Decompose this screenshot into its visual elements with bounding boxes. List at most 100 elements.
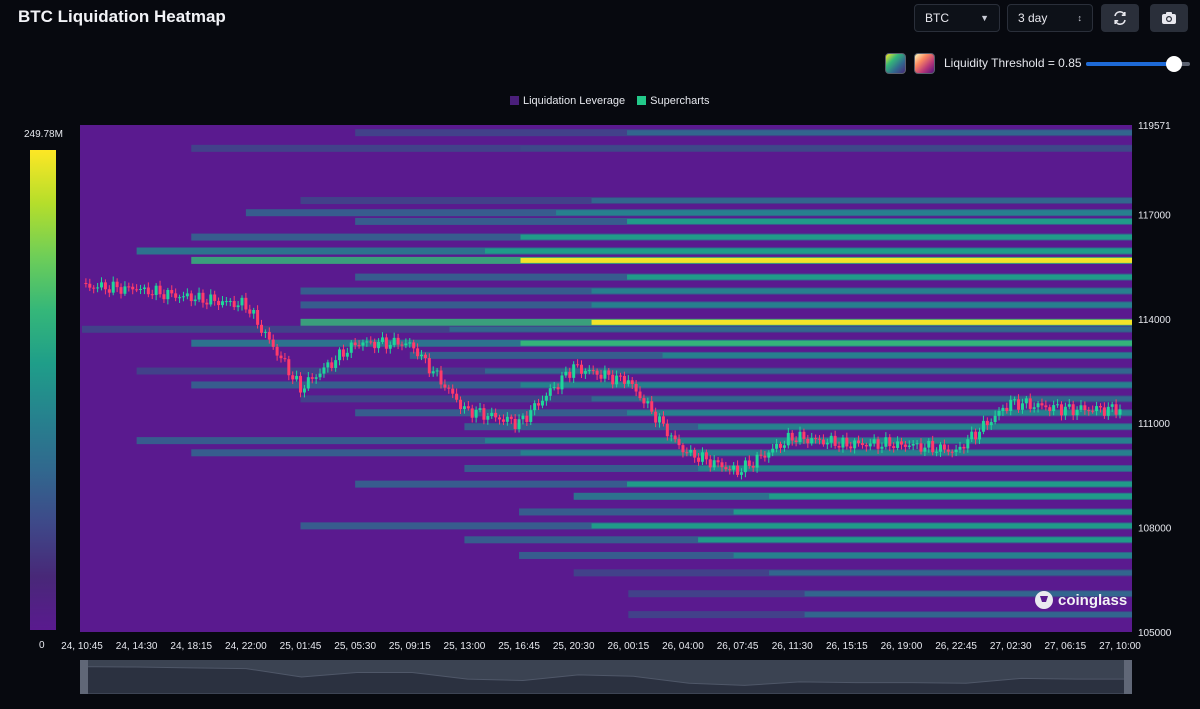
candle-body bbox=[1009, 399, 1013, 411]
candle-body bbox=[1017, 399, 1021, 410]
candle-body bbox=[260, 324, 264, 333]
candle-body bbox=[482, 408, 486, 420]
candle-body bbox=[1052, 405, 1056, 412]
liquidity-band-core bbox=[591, 302, 1132, 308]
liquidity-band bbox=[573, 569, 1132, 577]
candle-body bbox=[400, 344, 404, 346]
candle-body bbox=[1102, 407, 1106, 416]
candle-body bbox=[638, 391, 642, 399]
candle-body bbox=[369, 341, 373, 343]
candle-body bbox=[380, 337, 384, 342]
candle-body bbox=[174, 293, 178, 298]
candle-body bbox=[365, 341, 369, 343]
liquidity-band bbox=[191, 339, 1132, 347]
liquidity-band bbox=[191, 381, 1132, 389]
candle-body bbox=[310, 377, 314, 379]
y-tick-label: 105000 bbox=[1138, 628, 1172, 639]
candle-body bbox=[1071, 404, 1075, 416]
candle-body bbox=[966, 439, 970, 449]
candle-body bbox=[732, 465, 736, 470]
candle-body bbox=[201, 292, 205, 303]
candle-body bbox=[935, 451, 939, 453]
candle-body bbox=[166, 289, 170, 300]
candle-body bbox=[771, 448, 775, 453]
candle-body bbox=[529, 410, 533, 422]
x-tick-label: 25, 20:30 bbox=[553, 641, 595, 652]
candle-body bbox=[338, 349, 342, 361]
liquidity-band bbox=[136, 247, 1133, 255]
candle-body bbox=[107, 289, 111, 293]
liquidity-band-core bbox=[485, 248, 1133, 254]
candle-body bbox=[318, 373, 322, 378]
liquidity-band bbox=[300, 197, 1132, 205]
liquidity-band-core bbox=[698, 424, 1132, 430]
candle-body bbox=[841, 437, 845, 448]
liquidity-band-core bbox=[733, 509, 1132, 515]
candle-body bbox=[560, 375, 564, 390]
liquidity-band bbox=[300, 395, 1132, 403]
liquidity-band bbox=[300, 301, 1132, 309]
liquidity-band-core bbox=[449, 326, 1132, 332]
candle-body bbox=[498, 417, 502, 420]
candle-body bbox=[716, 460, 720, 463]
liquidity-band-core bbox=[769, 493, 1132, 499]
candle-body bbox=[217, 300, 221, 306]
candle-body bbox=[665, 423, 669, 437]
x-tick-label: 24, 22:00 bbox=[225, 641, 267, 652]
time-navigator[interactable] bbox=[80, 660, 1132, 694]
candle-body bbox=[950, 451, 954, 453]
candle-body bbox=[1048, 407, 1052, 412]
candle-body bbox=[985, 420, 989, 426]
candle-body bbox=[412, 342, 416, 349]
candle-body bbox=[396, 337, 400, 345]
candle-body bbox=[431, 371, 435, 374]
candle-body bbox=[443, 384, 447, 388]
x-tick-label: 26, 07:45 bbox=[717, 641, 759, 652]
liquidity-band bbox=[82, 325, 1132, 333]
candle-body bbox=[178, 297, 182, 299]
candle-body bbox=[712, 460, 716, 468]
candle-body bbox=[693, 450, 697, 458]
candle-body bbox=[790, 432, 794, 441]
candle-body bbox=[857, 440, 861, 444]
candle-body bbox=[330, 362, 334, 368]
candle-body bbox=[634, 384, 638, 392]
candle-body bbox=[388, 344, 392, 349]
candle-body bbox=[357, 345, 361, 347]
x-tick-label: 25, 01:45 bbox=[280, 641, 322, 652]
candle-body bbox=[517, 419, 521, 429]
candle-body bbox=[611, 374, 615, 385]
candle-body bbox=[439, 370, 443, 385]
candle-body bbox=[853, 440, 857, 449]
candle-body bbox=[1020, 403, 1024, 410]
candle-body bbox=[697, 457, 701, 462]
liquidity-band-core bbox=[591, 198, 1132, 204]
candle-body bbox=[224, 301, 228, 303]
candle-body bbox=[630, 380, 634, 385]
candle-body bbox=[299, 375, 303, 393]
candle-body bbox=[1114, 404, 1118, 415]
candle-body bbox=[252, 309, 256, 314]
candle-body bbox=[993, 415, 997, 423]
candle-body bbox=[786, 432, 790, 446]
x-tick-label: 25, 09:15 bbox=[389, 641, 431, 652]
candle-body bbox=[938, 444, 942, 452]
candle-body bbox=[353, 342, 357, 346]
candle-body bbox=[1110, 404, 1114, 407]
liquidity-band-core bbox=[520, 340, 1132, 346]
candle-body bbox=[673, 435, 677, 440]
candle-body bbox=[892, 446, 896, 448]
candle-body bbox=[915, 443, 919, 445]
liquidity-band bbox=[355, 217, 1132, 225]
candle-body bbox=[767, 452, 771, 458]
navigator-handle-right[interactable] bbox=[1124, 660, 1132, 694]
candle-body bbox=[345, 352, 349, 357]
x-tick-label: 27, 06:15 bbox=[1045, 641, 1087, 652]
candle-body bbox=[907, 445, 911, 447]
heatmap-chart[interactable]: 119571 117000 114000 111000 108000 105000 24, … bbox=[0, 0, 1200, 709]
candle-body bbox=[954, 449, 958, 453]
candle-body bbox=[923, 447, 927, 452]
candle-body bbox=[572, 364, 576, 378]
navigator-handle-left[interactable] bbox=[80, 660, 88, 694]
candle-body bbox=[1024, 398, 1028, 404]
